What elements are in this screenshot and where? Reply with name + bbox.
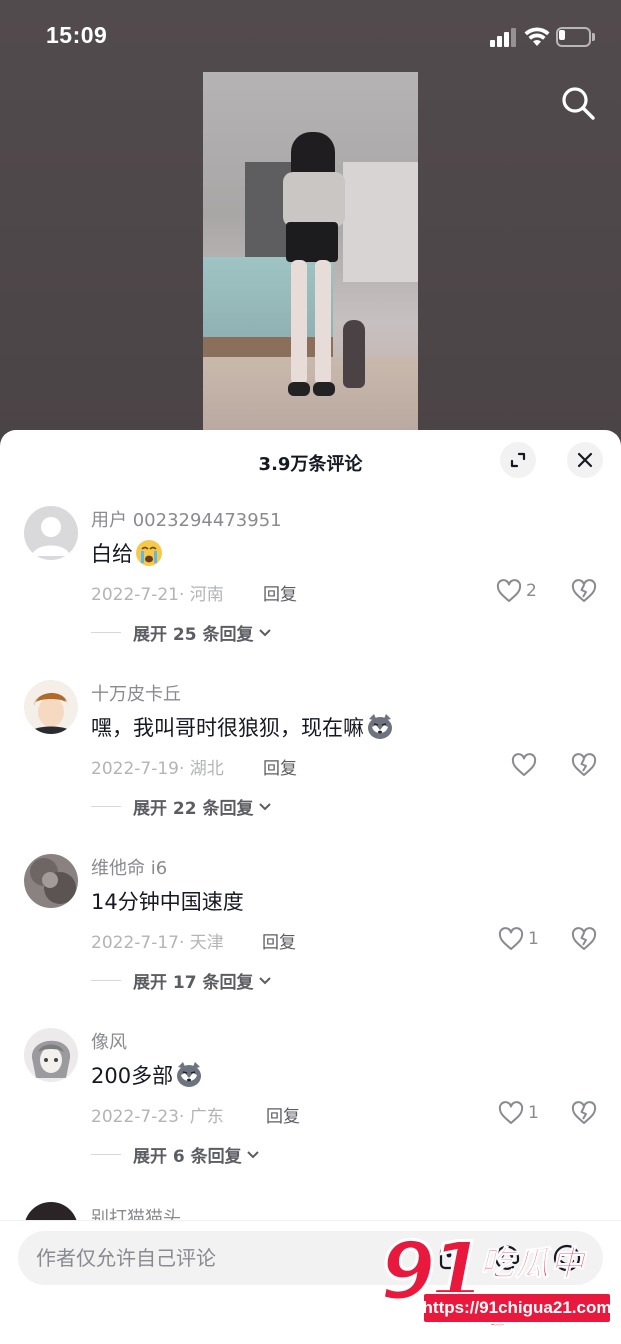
expand-replies-button[interactable]: 展开 6 条回复 <box>91 1142 260 1167</box>
comment-username[interactable]: 像风 <box>91 1028 127 1054</box>
comment-text: 14分钟中国速度 <box>91 886 244 916</box>
like-count: 2 <box>526 581 537 601</box>
like-button[interactable]: 1 <box>498 1100 539 1126</box>
like-button[interactable] <box>511 752 541 778</box>
video-thumbnail[interactable] <box>203 72 418 430</box>
comment-date-location: 2022-7-21· 河南 <box>91 585 224 605</box>
reply-button[interactable]: 回复 <box>262 928 296 953</box>
comment-item: 十万皮卡丘 嘿，我叫哥时很狼狈，现在嘛 2022-7-19· 湖北 回复 展开 … <box>0 680 621 845</box>
dislike-icon[interactable] <box>571 1100 597 1126</box>
comment-text: 200多部 <box>91 1060 203 1090</box>
comment-date-location: 2022-7-17· 天津 <box>91 933 224 953</box>
like-count: 1 <box>528 929 539 949</box>
comment-username[interactable]: 十万皮卡丘 <box>91 680 181 706</box>
comment-username[interactable]: 维他命 i6 <box>91 854 167 880</box>
status-time: 15:09 <box>46 22 108 48</box>
dislike-icon[interactable] <box>571 926 597 952</box>
reply-button[interactable]: 回复 <box>263 580 297 605</box>
expand-sheet-button[interactable] <box>500 442 536 478</box>
watermark-logo: 91 吃瓜中心 https://91chigua21.com <box>378 1230 616 1336</box>
expand-replies-label: 展开 6 条回复 <box>133 1147 242 1167</box>
comment-sheet: 3.9万条评论 用户 0023294473951 白给 2022-7-21· 河… <box>0 430 621 1344</box>
expand-icon <box>510 452 526 468</box>
comment-date-location: 2022-7-23· 广东 <box>91 1107 224 1127</box>
chevron-down-icon <box>258 802 271 810</box>
comment-item: 用户 0023294473951 白给 2022-7-21· 河南 回复 2 展… <box>0 506 621 671</box>
comment-item: 像风 200多部 2022-7-23· 广东 回复 1 展开 6 条回复 <box>0 1028 621 1193</box>
heart-icon <box>498 927 524 950</box>
comment-username[interactable]: 用户 0023294473951 <box>91 506 282 532</box>
expand-replies-button[interactable]: 展开 17 条回复 <box>91 968 272 993</box>
crying-face-emoji <box>136 540 162 566</box>
video-background: 15:09 <box>0 0 621 440</box>
heart-icon <box>498 1101 524 1124</box>
reply-button[interactable]: 回复 <box>266 1102 300 1127</box>
comment-text: 嘿，我叫哥时很狼狈，现在嘛 <box>91 712 394 742</box>
comment-body: 200多部 <box>91 1064 174 1088</box>
avatar[interactable] <box>24 1028 78 1082</box>
husky-emoji <box>177 1062 202 1087</box>
like-count: 1 <box>528 1103 539 1123</box>
chevron-down-icon <box>246 1150 259 1158</box>
expand-replies-label: 展开 25 条回复 <box>133 625 254 645</box>
heart-icon <box>511 753 537 776</box>
dislike-icon[interactable] <box>571 752 597 778</box>
close-sheet-button[interactable] <box>567 442 603 478</box>
husky-emoji <box>368 714 392 739</box>
cellular-signal-icon <box>490 27 518 47</box>
dislike-icon[interactable] <box>571 578 597 604</box>
comment-date-location: 2022-7-19· 湖北 <box>91 759 224 779</box>
like-button[interactable]: 2 <box>496 578 537 604</box>
battery-icon <box>556 27 596 47</box>
comment-body: 白给 <box>91 542 133 566</box>
wifi-icon <box>524 27 550 46</box>
comment-item: 维他命 i6 14分钟中国速度 2022-7-17· 天津 回复 1 展开 17… <box>0 854 621 1019</box>
expand-replies-label: 展开 22 条回复 <box>133 799 254 819</box>
comment-input[interactable] <box>36 1231 376 1285</box>
chevron-down-icon <box>258 628 271 636</box>
avatar[interactable] <box>24 854 78 908</box>
watermark-url: https://91chigua21.com <box>422 1292 612 1324</box>
search-icon[interactable] <box>559 84 597 122</box>
heart-icon <box>496 579 522 602</box>
reply-button[interactable]: 回复 <box>263 754 297 779</box>
close-icon <box>577 452 593 468</box>
avatar[interactable] <box>24 506 78 560</box>
expand-replies-button[interactable]: 展开 22 条回复 <box>91 794 272 819</box>
avatar[interactable] <box>24 680 78 734</box>
comment-text: 白给 <box>91 538 163 568</box>
expand-replies-button[interactable]: 展开 25 条回复 <box>91 620 272 645</box>
chevron-down-icon <box>258 976 271 984</box>
status-bar: 15:09 <box>0 0 621 72</box>
like-button[interactable]: 1 <box>498 926 539 952</box>
expand-replies-label: 展开 17 条回复 <box>133 973 254 993</box>
comment-body: 14分钟中国速度 <box>91 890 244 914</box>
comment-body: 嘿，我叫哥时很狼狈，现在嘛 <box>91 716 364 740</box>
